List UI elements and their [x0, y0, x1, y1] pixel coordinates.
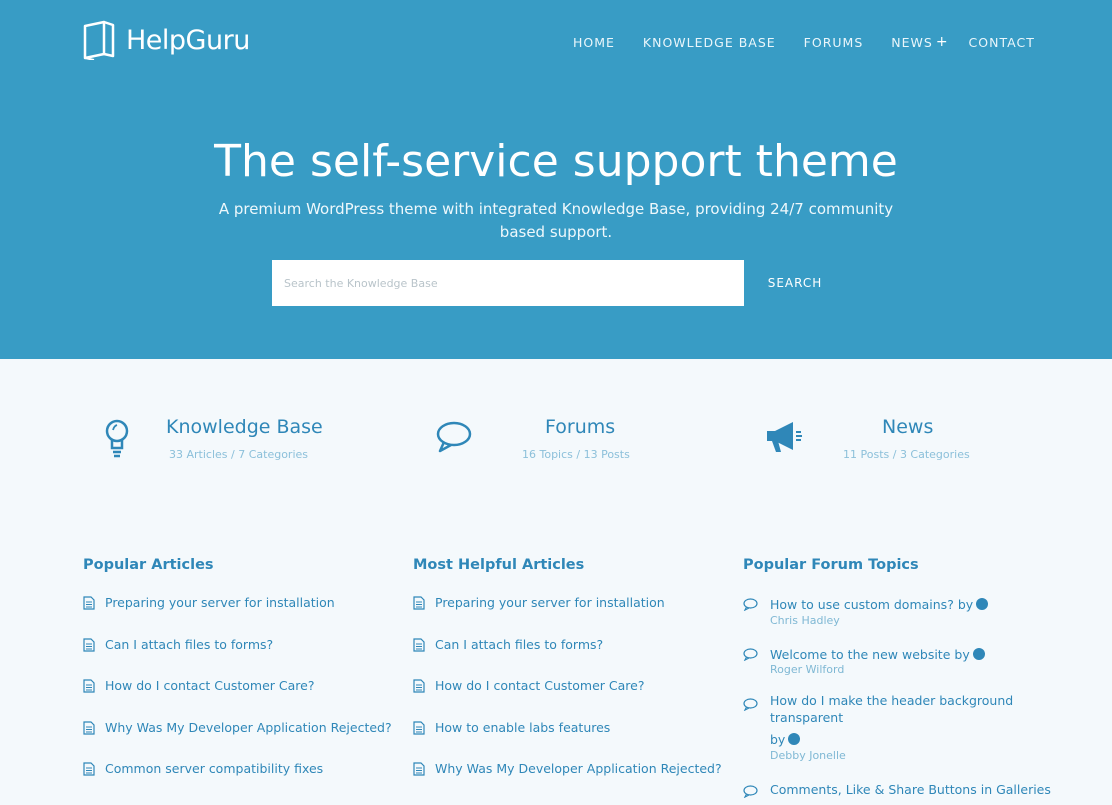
document-icon	[413, 720, 425, 735]
article-link[interactable]: How to enable labs features	[435, 720, 610, 735]
nav-news[interactable]: NEWS	[891, 35, 933, 50]
forum-topic[interactable]: Comments, Like & Share Buttons in Galler…	[743, 781, 1053, 803]
list-item[interactable]: Preparing your server for installation	[413, 595, 722, 637]
forum-topics-title: Popular Forum Topics	[743, 557, 919, 573]
nav-knowledge-base[interactable]: KNOWLEDGE BASE	[643, 35, 776, 50]
list-item[interactable]: Common server compatibility fixes	[83, 761, 392, 803]
stat-meta: 16 Topics / 13 Posts	[522, 448, 630, 461]
plus-icon[interactable]: +	[936, 34, 949, 50]
document-icon	[413, 762, 425, 776]
article-link[interactable]: Why Was My Developer Application Rejecte…	[435, 761, 722, 776]
document-icon	[413, 679, 425, 693]
main-nav: HOME KNOWLEDGE BASE FORUMS NEWS + CONTAC…	[573, 34, 1035, 50]
popular-articles-list: Preparing your server for installation C…	[83, 595, 392, 803]
document-icon	[83, 720, 95, 735]
popular-articles-title: Popular Articles	[83, 557, 214, 573]
topic-author[interactable]: Debby Jonelle	[770, 749, 846, 762]
article-link[interactable]: How do I contact Customer Care?	[105, 678, 314, 693]
hero-header: HelpGuru HOME KNOWLEDGE BASE FORUMS NEWS…	[0, 0, 1112, 359]
avatar	[972, 648, 985, 660]
topic-link[interactable]: How to use custom domains?	[770, 597, 954, 612]
nav-contact[interactable]: CONTACT	[969, 35, 1035, 50]
hero-subtitle: A premium WordPress theme with integrate…	[218, 200, 894, 241]
site-logo[interactable]: HelpGuru	[82, 20, 250, 60]
stat-title[interactable]: Forums	[545, 416, 615, 438]
list-item[interactable]: Can I attach files to forms?	[83, 637, 392, 679]
list-item[interactable]: How do I contact Customer Care?	[413, 678, 722, 720]
speech-bubble-icon	[743, 598, 758, 611]
topic-link[interactable]: Comments, Like & Share Buttons in Galler…	[770, 781, 1051, 798]
document-icon	[413, 596, 425, 610]
article-link[interactable]: Preparing your server for installation	[435, 595, 665, 610]
search-input[interactable]	[272, 260, 744, 306]
article-link[interactable]: Why Was My Developer Application Rejecte…	[105, 720, 392, 735]
nav-forums[interactable]: FORUMS	[804, 35, 864, 50]
topic-author[interactable]: Roger Wilford	[770, 663, 844, 676]
megaphone-icon	[767, 422, 802, 452]
stat-meta: 11 Posts / 3 Categories	[843, 448, 970, 461]
by-label: by	[770, 732, 786, 747]
list-item[interactable]: How do I contact Customer Care?	[83, 678, 392, 720]
forum-topic[interactable]: How do I make the header background tran…	[743, 692, 1053, 768]
avatar	[788, 733, 801, 745]
speech-bubble-icon	[436, 421, 472, 453]
list-item[interactable]: Why Was My Developer Application Rejecte…	[413, 761, 722, 803]
document-icon	[83, 679, 95, 693]
speech-bubble-icon	[743, 698, 758, 711]
stat-title[interactable]: News	[882, 416, 933, 438]
speech-bubble-icon	[743, 785, 758, 798]
document-icon	[83, 637, 95, 652]
speech-bubble-icon	[743, 648, 758, 661]
book-icon	[83, 20, 115, 60]
list-item[interactable]: How to enable labs features	[413, 720, 722, 762]
nav-home[interactable]: HOME	[573, 35, 615, 50]
by-label: by	[954, 647, 970, 662]
list-item[interactable]: Why Was My Developer Application Rejecte…	[83, 720, 392, 762]
article-link[interactable]: How do I contact Customer Care?	[435, 678, 644, 693]
topic-author[interactable]: Chris Hadley	[770, 614, 840, 627]
stat-title[interactable]: Knowledge Base	[166, 416, 323, 438]
document-icon	[83, 762, 95, 776]
stat-meta: 33 Articles / 7 Categories	[169, 448, 308, 461]
helpful-articles-list: Preparing your server for installation C…	[413, 595, 722, 803]
avatar	[976, 598, 989, 610]
lightbulb-icon	[105, 419, 129, 458]
topic-link[interactable]: Welcome to the new website	[770, 647, 950, 662]
helpful-articles-title: Most Helpful Articles	[413, 557, 585, 573]
forum-topic[interactable]: How to use custom domains? by Chris Hadl…	[743, 596, 1053, 636]
article-link[interactable]: Common server compatibility fixes	[105, 761, 323, 776]
forum-topic[interactable]: Welcome to the new website by Roger Wilf…	[743, 646, 1053, 686]
list-item[interactable]: Can I attach files to forms?	[413, 637, 722, 679]
article-link[interactable]: Can I attach files to forms?	[435, 637, 603, 652]
document-icon	[83, 596, 95, 610]
site-title: HelpGuru	[126, 24, 250, 56]
hero-title: The self-service support theme	[214, 136, 898, 187]
article-link[interactable]: Preparing your server for installation	[105, 595, 335, 610]
search-button[interactable]: SEARCH	[744, 260, 846, 306]
document-icon	[413, 637, 425, 652]
article-link[interactable]: Can I attach files to forms?	[105, 637, 273, 652]
list-item[interactable]: Preparing your server for installation	[83, 595, 392, 637]
topic-link[interactable]: How do I make the header background tran…	[770, 692, 1020, 726]
by-label: by	[957, 597, 974, 612]
